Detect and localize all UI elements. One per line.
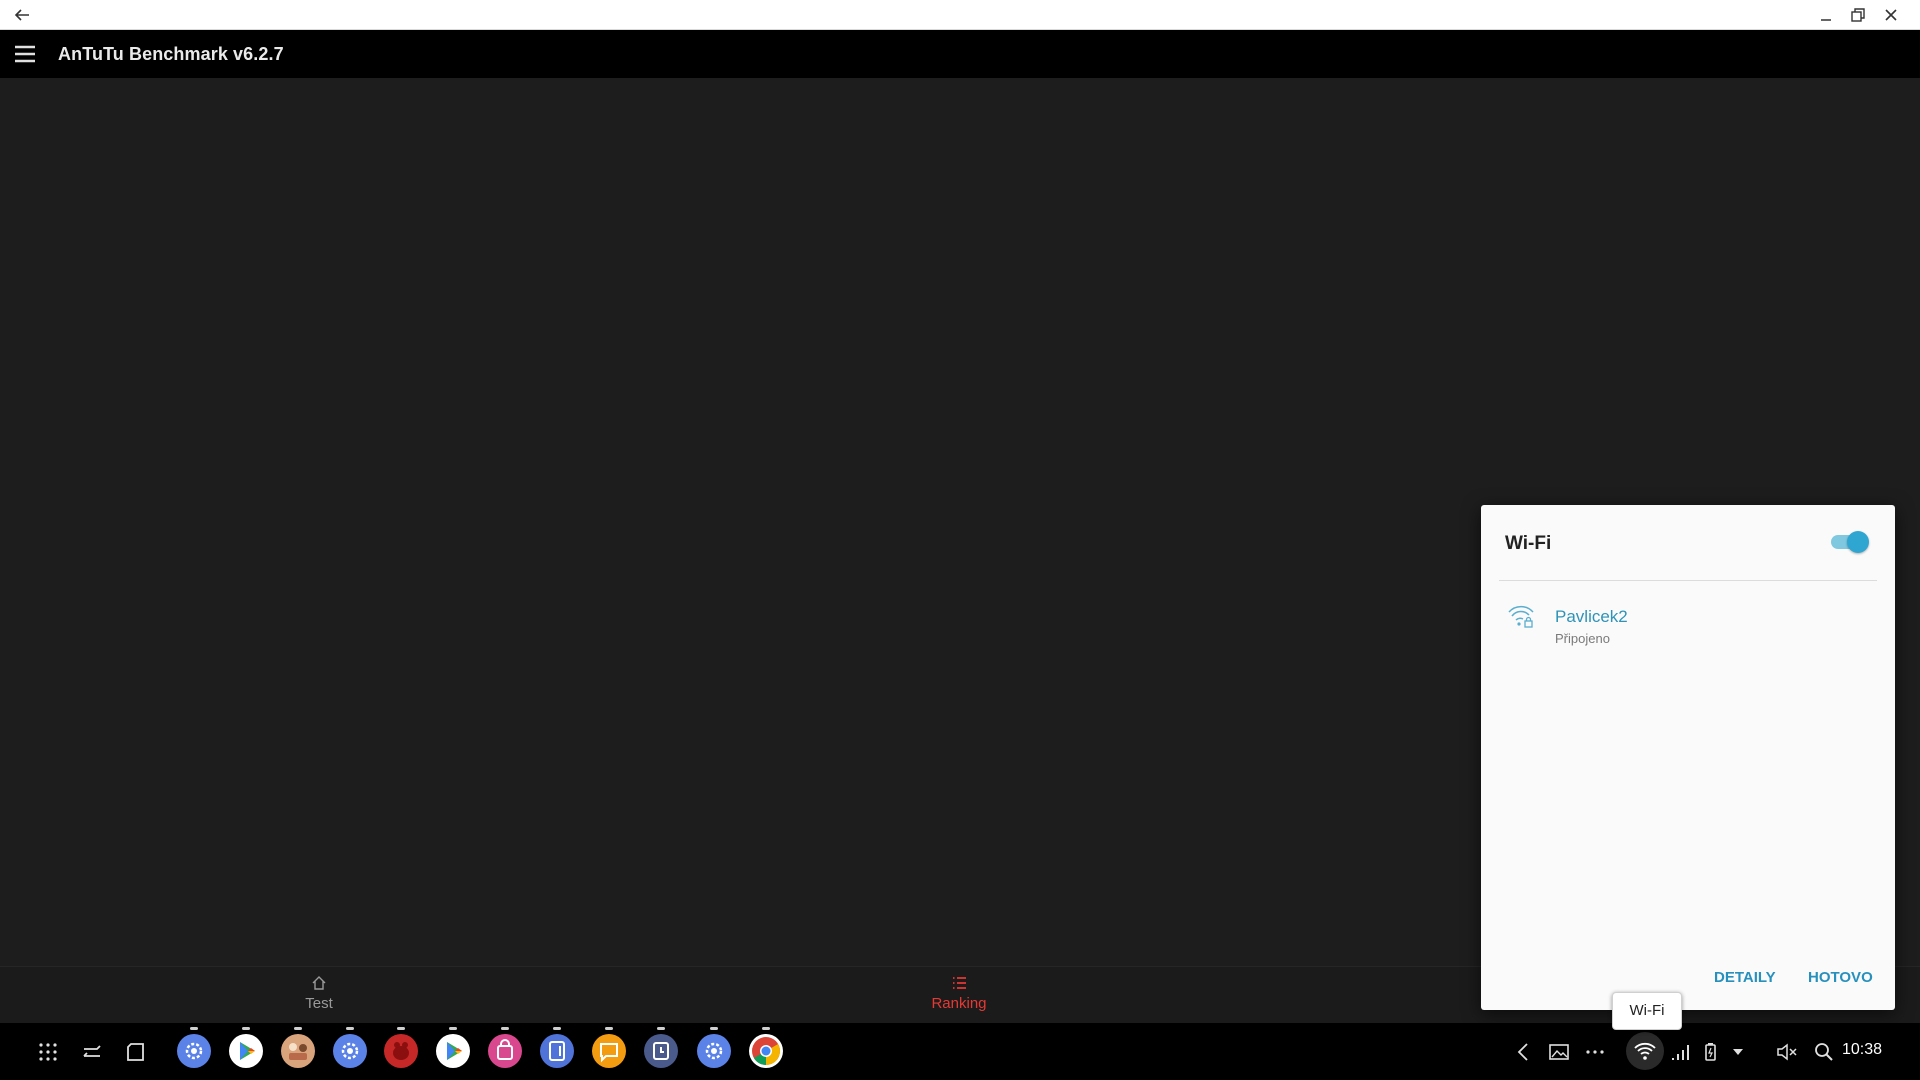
notes-app-icon[interactable] — [540, 1027, 574, 1068]
wifi-tray-button[interactable] — [1626, 1032, 1664, 1070]
window-title-bar — [0, 0, 1920, 30]
wifi-icon — [1634, 1042, 1656, 1060]
wifi-dialog: Wi-Fi Pavlicek2 Připojeno DETAILY HOTOVO — [1481, 505, 1895, 1010]
play-store-app-icon[interactable] — [229, 1027, 263, 1068]
settings-app-icon-3[interactable] — [697, 1027, 731, 1068]
chrome-app-icon[interactable] — [749, 1027, 783, 1068]
gallery-app-icon[interactable] — [281, 1027, 315, 1068]
list-icon — [953, 977, 966, 989]
antutu-app-icon[interactable] — [384, 1027, 418, 1068]
search-icon[interactable] — [1811, 1039, 1837, 1065]
play-store-app-icon-2[interactable] — [436, 1027, 470, 1068]
more-icon[interactable] — [1582, 1039, 1608, 1065]
chevron-left-icon[interactable] — [1511, 1039, 1537, 1065]
image-icon[interactable] — [1546, 1039, 1572, 1065]
shopping-bag-icon — [497, 1039, 513, 1060]
photo-icon — [289, 1043, 307, 1060]
dialog-title: Wi-Fi — [1505, 533, 1552, 554]
antutu-icon — [393, 1042, 409, 1060]
running-indicator — [190, 1027, 198, 1030]
chrome-icon — [752, 1037, 780, 1065]
multi-window-icon[interactable] — [123, 1039, 149, 1065]
chat-bubble-icon — [600, 1043, 618, 1063]
toggle-thumb — [1847, 531, 1869, 553]
wifi-secured-icon — [1508, 605, 1534, 628]
taskbar — [0, 1023, 1920, 1080]
dropdown-icon[interactable] — [1725, 1039, 1751, 1065]
network-status: Připojeno — [1555, 631, 1610, 646]
minimize-icon[interactable] — [1816, 5, 1836, 25]
divider — [1499, 580, 1877, 581]
recent-apps-icon[interactable] — [79, 1039, 105, 1065]
settings-app-icon[interactable] — [177, 1027, 211, 1068]
home-icon — [312, 976, 326, 990]
app-title: AnTuTu Benchmark v6.2.7 — [58, 44, 284, 64]
apps-grid-icon[interactable] — [35, 1039, 61, 1065]
network-name: Pavlicek2 — [1555, 607, 1628, 626]
wifi-toggle[interactable] — [1829, 530, 1869, 554]
close-icon[interactable] — [1881, 5, 1901, 25]
nav-ranking-label: Ranking — [931, 995, 987, 1012]
done-button[interactable]: HOTOVO — [1808, 969, 1873, 986]
back-arrow-icon[interactable] — [12, 5, 32, 25]
clock: 10:38 — [1842, 1041, 1883, 1058]
running-indicator — [346, 1027, 354, 1030]
app-bar: AnTuTu Benchmark v6.2.7 — [0, 30, 1920, 78]
settings-app-icon-2[interactable] — [333, 1027, 367, 1068]
running-indicator — [397, 1027, 405, 1030]
gear-icon — [341, 1042, 359, 1060]
running-indicator — [657, 1027, 665, 1030]
running-indicator — [605, 1027, 613, 1030]
galaxy-store-app-icon[interactable] — [488, 1027, 522, 1068]
nav-ranking[interactable]: Ranking — [899, 975, 1019, 1012]
running-indicator — [762, 1027, 770, 1030]
details-button[interactable]: DETAILY — [1714, 969, 1776, 986]
nav-test[interactable]: Test — [259, 975, 379, 1012]
nav-test-label: Test — [305, 995, 333, 1012]
battery-icon[interactable] — [1697, 1039, 1723, 1065]
messages-app-icon[interactable] — [592, 1027, 626, 1068]
wifi-tooltip: Wi-Fi — [1612, 992, 1682, 1030]
clock-app-icon[interactable] — [644, 1027, 678, 1068]
mute-icon[interactable] — [1774, 1039, 1800, 1065]
notes-icon — [549, 1041, 565, 1061]
play-store-icon — [240, 1042, 255, 1060]
signal-icon[interactable] — [1668, 1039, 1694, 1065]
running-indicator — [294, 1027, 302, 1030]
running-indicator — [710, 1027, 718, 1030]
play-store-icon — [447, 1042, 462, 1060]
running-indicator — [553, 1027, 561, 1030]
running-indicator — [501, 1027, 509, 1030]
network-item[interactable]: Pavlicek2 Připojeno — [1491, 591, 1885, 651]
gear-icon — [705, 1042, 723, 1060]
running-indicator — [449, 1027, 457, 1030]
gear-icon — [185, 1042, 203, 1060]
running-indicator — [242, 1027, 250, 1030]
restore-icon[interactable] — [1848, 5, 1868, 25]
clock-icon — [653, 1042, 669, 1060]
hamburger-menu-icon[interactable] — [13, 43, 37, 65]
